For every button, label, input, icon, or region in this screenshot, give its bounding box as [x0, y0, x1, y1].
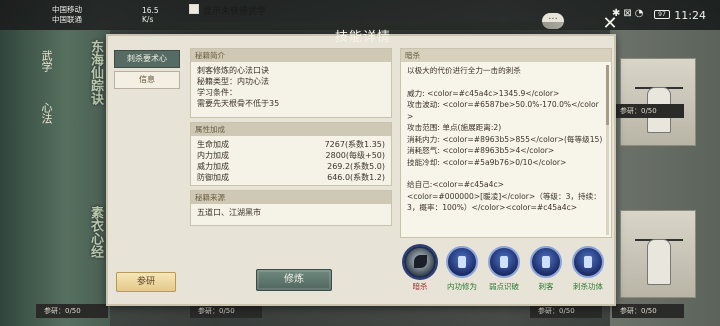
clock: 11:24 — [674, 9, 706, 22]
tab-xinfa[interactable]: 心法 — [28, 102, 54, 124]
intro-line: 秘籍类型：内功心法 — [197, 77, 269, 86]
description-line: 给自己:<color=#c45a4c> — [407, 180, 504, 189]
attribute-value: 269.2(系数5.0) — [327, 162, 385, 171]
nav-item-skill[interactable]: 刺杀要术心 — [114, 50, 180, 68]
brush-title-donghai: 东海仙踪诀 — [88, 40, 103, 105]
skill-ansha[interactable]: 暗杀 — [400, 246, 440, 292]
intro-line: 需要先天根骨不低于35 — [197, 99, 280, 108]
study-button[interactable]: 参研 — [116, 272, 176, 292]
description-line: 以极大的代价进行全力一击的刺杀 — [407, 66, 521, 75]
description-line: 威力: <color=#c45a4c>1345.9</color> — [407, 88, 560, 98]
close-icon[interactable]: ✕ — [600, 14, 620, 34]
intro-line: 学习条件： — [197, 88, 237, 97]
skill-label: 内功修为 — [447, 282, 477, 291]
progress-tag: 参研：0/50 — [530, 304, 602, 318]
assassinate-skill-icon — [404, 246, 436, 278]
skill-label: 暗杀 — [412, 282, 428, 291]
carrier-1: 中国移动 — [52, 5, 82, 14]
description-body: 以极大的代价进行全力一击的刺杀 威力: <color=#c45a4c>1345.… — [401, 62, 611, 217]
weakness-skill-icon — [488, 246, 520, 278]
practice-button[interactable]: 修炼 — [256, 269, 332, 291]
description-line — [407, 77, 605, 88]
attribute-row: 防御加成 646.0(系数1.2) — [197, 172, 385, 183]
skill-cisha-gongti[interactable]: 刺杀功体 — [568, 246, 608, 292]
description-line: 消耗内力: <color=#8963b5>855</color>(每等级15) — [407, 134, 603, 144]
assassin-skill-icon — [530, 246, 562, 278]
intro-heading: 秘籍简介 — [191, 49, 391, 62]
intro-body: 刺客修炼的心法口诀 秘籍类型：内功心法 学习条件： 需要先天根骨不低于35 — [191, 62, 391, 112]
attributes-section: 属性加成 生命加成 7267(系数1.35) 内力加成 2800(每级+50) … — [190, 122, 392, 186]
description-line: 攻击范围: 单点(施展距离:2) — [407, 123, 502, 132]
carrier-info: 中国移动 中国联通 — [52, 5, 82, 25]
source-text: 五道口、江湖黑市 — [197, 208, 261, 217]
attribute-name: 内力加成 — [197, 151, 229, 160]
show-unowned-checkbox[interactable] — [189, 4, 199, 14]
attributes-heading: 属性加成 — [191, 123, 391, 136]
show-unowned-label: 显示未获得武学 — [203, 7, 267, 17]
attribute-value: 2800(每级+50) — [325, 151, 385, 160]
attribute-row: 威力加成 269.2(系数5.0) — [197, 161, 385, 172]
right-panel — [610, 30, 720, 326]
skill-description-panel[interactable]: 暗杀 以极大的代价进行全力一击的刺杀 威力: <color=#c45a4c>13… — [400, 48, 612, 238]
skill-ruodian[interactable]: 弱点识破 — [484, 246, 524, 292]
description-line: 攻击波动: <color=#6587be>50.0%-170.0%</color… — [407, 100, 599, 121]
skill-icon-row: 暗杀 内功修为 弱点识破 刺客 刺杀功体 — [400, 246, 612, 304]
description-line: 技能冷却: <color=#5a9b76>0/10</color> — [407, 157, 567, 167]
attribute-value: 7267(系数1.35) — [324, 140, 385, 149]
skill-neigong[interactable]: 内功修为 — [442, 246, 482, 292]
source-section: 秘籍来源 五道口、江湖黑市 — [190, 190, 392, 226]
skill-label: 刺客 — [538, 282, 554, 291]
carrier-2: 中国联通 — [52, 15, 82, 24]
attribute-row: 内力加成 2800(每级+50) — [197, 150, 385, 161]
description-line — [407, 168, 605, 179]
intro-line: 刺客修炼的心法口诀 — [197, 66, 269, 75]
attribute-row: 生命加成 7267(系数1.35) — [197, 139, 385, 150]
inner-power-skill-icon — [446, 246, 478, 278]
character-card-top[interactable] — [620, 58, 696, 146]
character-card-bottom[interactable] — [620, 210, 696, 298]
battery-icon: 97 — [654, 10, 670, 19]
skill-cike[interactable]: 刺客 — [526, 246, 566, 292]
skill-label: 弱点识破 — [489, 282, 519, 291]
progress-tag: 参研：0/50 — [36, 304, 108, 318]
source-heading: 秘籍来源 — [191, 191, 391, 204]
progress-tag: 参研：0/50 — [612, 304, 684, 318]
intro-section: 秘籍简介 刺客修炼的心法口诀 秘籍类型：内功心法 学习条件： 需要先天根骨不低于… — [190, 48, 392, 118]
dialog-title: 技能详情 — [334, 30, 391, 45]
tab-wuxue[interactable]: 武学 — [28, 50, 54, 72]
left-panel: 武学 心法 东海仙踪诀 素衣心经 — [0, 30, 110, 326]
attribute-name: 防御加成 — [197, 173, 229, 182]
attribute-value: 646.0(系数1.2) — [327, 173, 385, 182]
brush-title-suyi: 素衣心经 — [88, 206, 103, 258]
description-heading: 暗杀 — [401, 49, 611, 62]
attributes-body: 生命加成 7267(系数1.35) 内力加成 2800(每级+50) 威力加成 … — [191, 136, 391, 186]
skill-label: 刺杀功体 — [573, 282, 603, 291]
assassination-body-skill-icon — [572, 246, 604, 278]
character-figure — [647, 239, 671, 285]
description-line: <color=#000000>[暖凌]</color>（等级：3，持续：3，概率… — [407, 191, 601, 213]
progress-tag: 参研：0/50 — [190, 304, 262, 318]
description-scrollbar[interactable] — [606, 65, 609, 235]
progress-tag: 参研：0/50 — [612, 104, 684, 118]
skill-detail-dialog: 技能详情 刺杀要术心 信息 参研 修炼 秘籍简介 刺客修炼的心法口诀 秘籍类型：… — [106, 30, 616, 306]
description-line: 消耗怒气: <color=#8963b5>4</color> — [407, 146, 555, 155]
attribute-name: 生命加成 — [197, 140, 229, 149]
nav-item-info[interactable]: 信息 — [114, 71, 180, 89]
attribute-name: 威力加成 — [197, 162, 229, 171]
dialog-nav: 刺杀要术心 信息 — [114, 50, 180, 92]
